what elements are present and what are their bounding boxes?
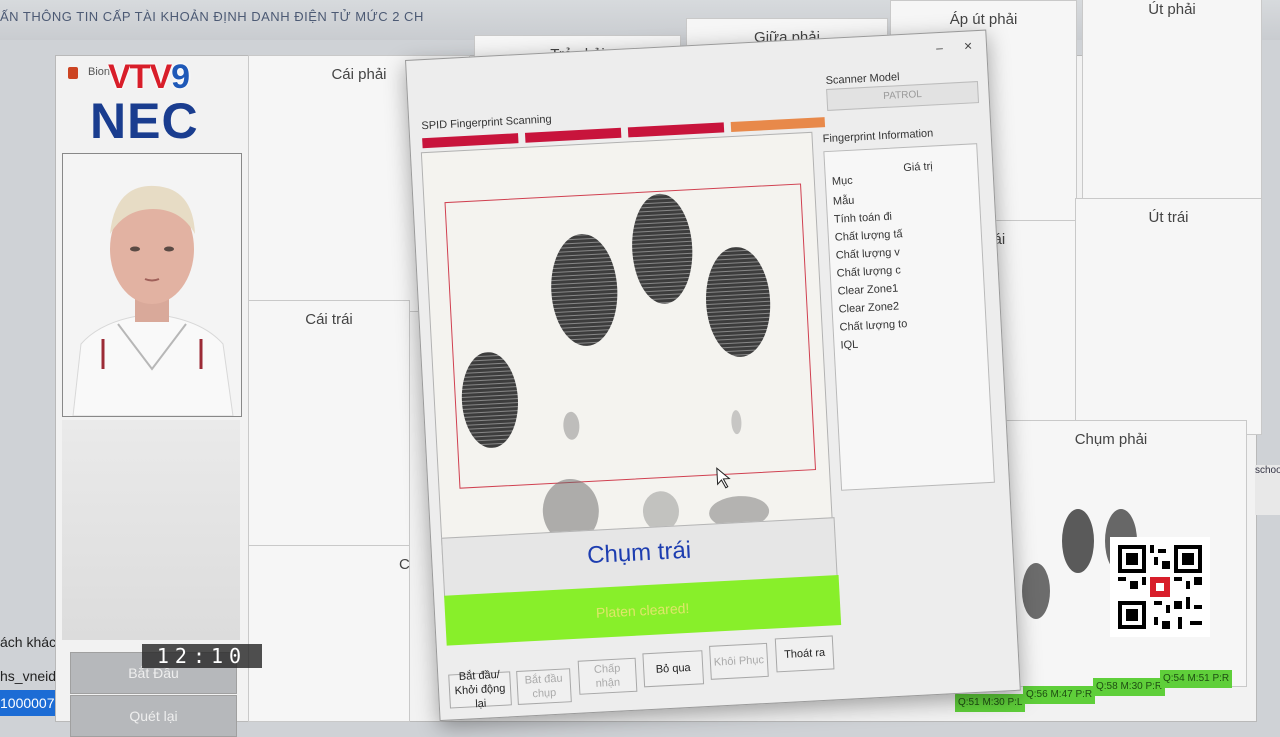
skip-button[interactable]: Bỏ qua [642, 650, 705, 688]
cell-label: C [399, 556, 410, 573]
info-row: IQL [840, 338, 859, 352]
quality-badge: Q:58 M:30 P:R [1093, 678, 1166, 696]
fingerprint-image [461, 193, 771, 543]
info-row: Chất lượng v [835, 246, 901, 262]
username-label: hs_vneid [0, 668, 57, 684]
minimize-button[interactable]: – [936, 41, 943, 55]
cell-left-thumb[interactable]: Cái trái [248, 300, 410, 552]
start-capture-button[interactable]: Bắt đầu chụp [516, 668, 572, 705]
cell-label: Út phải [1148, 1, 1196, 18]
fingerprint-info-table: Mục Giá trị Mẫu Tính toán đi Chất lượng … [823, 143, 995, 491]
fingerprint-scan-dialog: SPID Fingerprint Scanning – × Chụm trái … [405, 29, 1021, 722]
fingerprint-info-label: Fingerprint Information [822, 127, 934, 146]
info-row: Chất lượng to [839, 318, 908, 334]
close-button[interactable]: × [964, 37, 973, 53]
progress-segment-3 [627, 122, 725, 138]
cell-label: Áp út phải [949, 11, 1018, 28]
info-row: Clear Zone2 [838, 300, 900, 316]
right-edge-panel: schoo [1255, 465, 1280, 515]
fingerprint-ghost [731, 410, 742, 435]
info-row: Chất lượng tấ [834, 228, 903, 244]
cell-left-index[interactable]: C [248, 545, 410, 722]
sidebar-panel [62, 420, 240, 640]
accept-button[interactable]: Chấp nhận [577, 657, 638, 695]
fingerprint-ghost [563, 411, 580, 440]
fingerprint-little [461, 352, 518, 448]
info-row: Clear Zone1 [837, 282, 899, 298]
fingerprint-index [706, 246, 771, 357]
vtv-logo-text: VTV [108, 58, 172, 96]
quality-badge: Q:56 M:47 P:R [1023, 686, 1096, 704]
app-icon [68, 67, 78, 79]
cell-left-little[interactable]: Út trái [1075, 198, 1262, 435]
scan-preview [420, 131, 835, 574]
info-header-value: Giá trị [903, 160, 933, 175]
info-row: Mẫu [832, 194, 855, 208]
dialog-title: SPID Fingerprint Scanning [421, 113, 552, 133]
cell-label: Út trái [1148, 209, 1189, 226]
banner-text: ẤN THÔNG TIN CẤP TÀI KHOẢN ĐỊNH DANH ĐIỆ… [0, 9, 424, 24]
quality-badge: Q:51 M:30 P:L [955, 694, 1026, 712]
cell-label: Cái trái [305, 311, 353, 328]
citizen-photo [62, 153, 242, 417]
progress-segment-4 [730, 117, 826, 133]
info-row: Chất lượng c [836, 264, 902, 280]
vtv-logo-number: 9 [171, 58, 190, 96]
progress-segment-2 [524, 127, 622, 143]
rescan-button[interactable]: Quét lại [70, 695, 237, 737]
right-edge-text: schoo [1255, 465, 1280, 476]
info-row: Tính toán đi [833, 210, 893, 226]
nec-logo: NEC [90, 93, 199, 149]
fingerprint-ring [551, 233, 618, 346]
qr-code-icon [1110, 537, 1210, 637]
progress-segment-1 [422, 133, 519, 149]
fingerprint-middle [632, 193, 693, 304]
main-window-title: Bion [88, 66, 111, 78]
exit-button[interactable]: Thoát ra [774, 635, 835, 673]
cell-right-little[interactable]: Út phải [1082, 0, 1262, 212]
mouse-cursor-icon [716, 467, 731, 489]
quality-badge: Q:54 M:51 P:R [1160, 670, 1233, 688]
broadcast-clock: 12:10 [142, 644, 262, 668]
restore-button[interactable]: Khôi Phục [709, 642, 769, 680]
record-id-cell[interactable]: 1000007 [0, 690, 62, 716]
info-header-item: Mục [831, 174, 854, 188]
start-restart-button[interactable]: Bắt đầu/ Khởi động lại [448, 669, 512, 710]
scanner-model-label: Scanner Model [825, 71, 900, 88]
